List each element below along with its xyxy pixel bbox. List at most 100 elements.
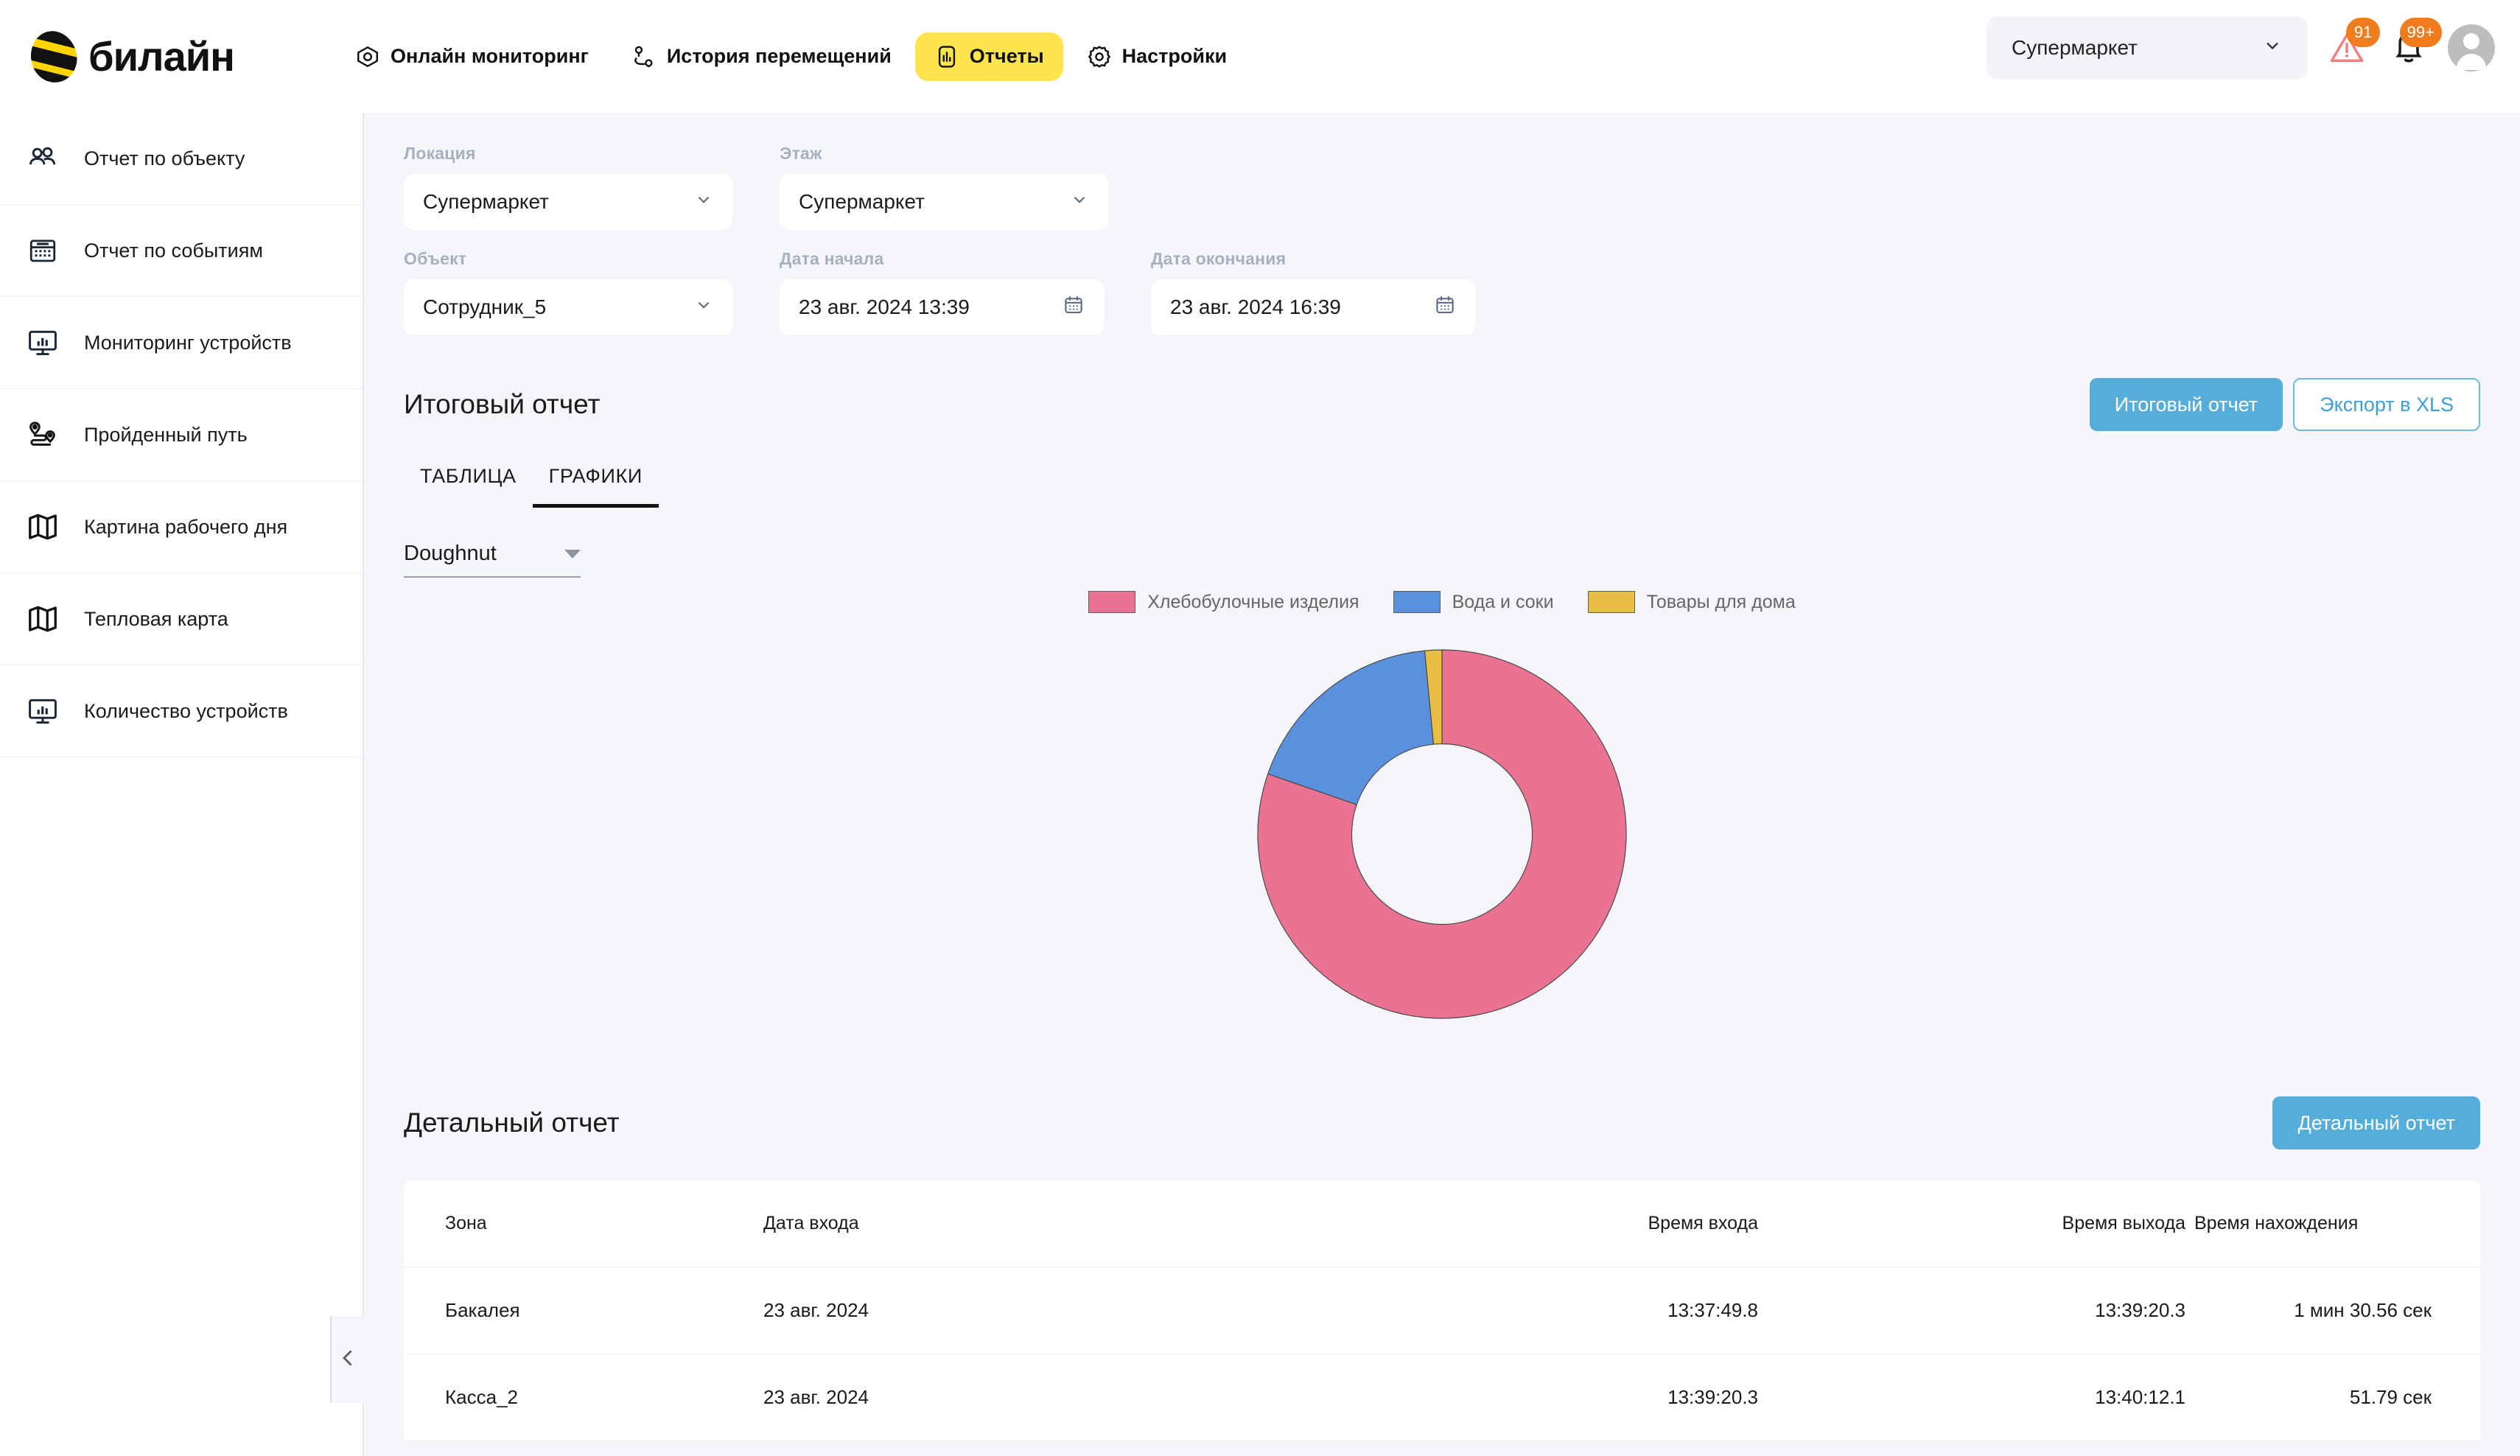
alerts-button[interactable]: 91 — [2324, 18, 2380, 71]
chevron-down-icon — [694, 190, 713, 214]
sidebar-item-label: Пройденный путь — [84, 423, 248, 446]
brand-name: билайн — [88, 33, 235, 80]
legend-item[interactable]: Товары для дома — [1587, 591, 1796, 613]
column-header-entry-time: Время входа — [1648, 1213, 1759, 1233]
field-object: Объект Сотрудник_5 — [404, 249, 732, 335]
cell-zone: Касса_2 — [445, 1386, 518, 1408]
sidebar-item-label: Тепловая карта — [84, 607, 228, 630]
cell-zone: Бакалея — [445, 1299, 520, 1321]
chevron-down-icon — [694, 295, 713, 320]
route-icon — [631, 44, 657, 69]
nav-item-label: Настройки — [1121, 45, 1228, 67]
monitor-chart-icon — [24, 695, 62, 727]
chevron-left-icon — [337, 1347, 359, 1373]
sidebar-item-object-report[interactable]: Отчет по объекту — [0, 113, 363, 205]
location-select[interactable]: Супермаркет — [404, 174, 732, 230]
report-tabs: ТАБЛИЦА ГРАФИКИ — [404, 465, 2480, 508]
brand-logo[interactable]: билайн — [25, 26, 235, 87]
sidebar-collapse-button[interactable] — [330, 1316, 364, 1403]
cell-entry-date: 23 авг. 2024 — [763, 1386, 869, 1408]
calendar-icon[interactable] — [1063, 294, 1085, 321]
sidebar-item-events-report[interactable]: Отчет по событиям — [0, 205, 363, 297]
detail-report-header: Детальный отчет Детальный отчет — [404, 1096, 2480, 1149]
nav-item-label: Онлайн мониторинг — [390, 45, 589, 67]
nav-item-label: Отчеты — [969, 45, 1044, 67]
cell-entry-time: 13:39:20.3 — [1667, 1386, 1758, 1408]
chart-type-select[interactable]: Doughnut — [404, 542, 581, 578]
field-label: Дата окончания — [1151, 249, 1287, 268]
cell-exit-time: 13:40:12.1 — [2095, 1386, 2185, 1408]
nav-item-movement-history[interactable]: История перемещений — [612, 32, 911, 81]
bee-logo-icon — [25, 26, 83, 87]
date-start-input[interactable]: 23 авг. 2024 13:39 — [780, 279, 1104, 335]
summary-report-header: Итоговый отчет Итоговый отчет Экспорт в … — [404, 378, 2480, 431]
sidebar-item-workday-picture[interactable]: Картина рабочего дня — [0, 481, 363, 573]
notifications-badge: 99+ — [2399, 18, 2442, 47]
date-start-value: 23 авг. 2024 13:39 — [799, 295, 970, 318]
floor-select-value: Супермаркет — [799, 190, 925, 213]
sidebar-item-heatmap[interactable]: Тепловая карта — [0, 573, 363, 665]
calendar-icon — [24, 235, 62, 266]
floor-select[interactable]: Супермаркет — [780, 174, 1108, 230]
legend-label: Товары для дома — [1646, 591, 1796, 612]
caret-down-icon — [564, 549, 581, 559]
sidebar-item-device-count[interactable]: Количество устройств — [0, 665, 363, 757]
table-row[interactable]: Касса_2 23 авг. 2024 13:39:20.3 13:40:12… — [404, 1354, 2480, 1441]
avatar[interactable] — [2448, 24, 2495, 71]
legend-label: Вода и соки — [1452, 591, 1554, 612]
main-content: Локация Супермаркет Этаж Супермаркет Объ… — [364, 113, 2520, 1456]
chart-type-value: Doughnut — [404, 542, 497, 565]
legend-swatch-2 — [1587, 591, 1635, 613]
object-select[interactable]: Сотрудник_5 — [404, 279, 732, 335]
sidebar-item-label: Отчет по событиям — [84, 239, 263, 262]
people-icon — [24, 142, 62, 175]
column-header-zone: Зона — [445, 1213, 487, 1233]
cell-duration: 1 мин 30.56 сек — [2294, 1299, 2432, 1321]
summary-report-button[interactable]: Итоговый отчет — [2089, 378, 2283, 431]
top-bar: билайн Онлайн мониторинг История перемещ… — [0, 0, 2520, 113]
nav-item-online-monitoring[interactable]: Онлайн мониторинг — [336, 32, 608, 81]
doughnut-canvas[interactable] — [404, 635, 2480, 1033]
map-icon — [24, 511, 62, 543]
sidebar-item-label: Отчет по объекту — [84, 147, 245, 169]
alerts-badge: 91 — [2346, 18, 2380, 47]
summary-actions: Итоговый отчет Экспорт в XLS — [2089, 378, 2480, 431]
top-right-controls: Супермаркет 91 99+ — [1987, 16, 2495, 80]
legend-swatch-1 — [1393, 591, 1441, 613]
nav-item-reports[interactable]: Отчеты — [914, 32, 1063, 81]
table-row[interactable]: Бакалея 23 авг. 2024 13:37:49.8 13:39:20… — [404, 1267, 2480, 1354]
detail-table: Зона Дата входа Время входа Время выхода… — [404, 1180, 2480, 1441]
location-switcher[interactable]: Супермаркет — [1987, 16, 2308, 80]
detail-report-button[interactable]: Детальный отчет — [2272, 1096, 2480, 1149]
page-title: Итоговый отчет — [404, 389, 601, 419]
date-end-input[interactable]: 23 авг. 2024 16:39 — [1151, 279, 1475, 335]
field-label: Объект — [404, 249, 467, 268]
bar-chart-icon — [934, 44, 959, 69]
nav-item-settings[interactable]: Настройки — [1068, 32, 1246, 81]
eye-icon — [355, 44, 380, 69]
export-xls-button[interactable]: Экспорт в XLS — [2293, 378, 2480, 431]
sidebar-item-label: Картина рабочего дня — [84, 515, 288, 538]
legend-label: Хлебобулочные изделия — [1147, 591, 1359, 612]
object-select-value: Сотрудник_5 — [423, 295, 547, 318]
chart-legend: Хлебобулочные изделия Вода и соки Товары… — [404, 591, 2480, 613]
doughnut-slice[interactable] — [1267, 650, 1435, 805]
tab-charts[interactable]: ГРАФИКИ — [532, 465, 659, 508]
sidebar-item-device-monitoring[interactable]: Мониторинг устройств — [0, 297, 363, 389]
sidebar-item-label: Количество устройств — [84, 699, 288, 722]
notifications-button[interactable]: 99+ — [2386, 18, 2442, 71]
sidebar-item-traveled-path[interactable]: Пройденный путь — [0, 389, 363, 481]
field-location: Локация Супермаркет — [404, 144, 732, 230]
legend-item[interactable]: Хлебобулочные изделия — [1088, 591, 1359, 613]
filters-row-2: Объект Сотрудник_5 Дата начала 23 авг. 2… — [404, 249, 2480, 335]
field-label: Этаж — [780, 144, 822, 163]
legend-item[interactable]: Вода и соки — [1393, 591, 1554, 613]
column-header-entry-date: Дата входа — [763, 1213, 859, 1233]
field-label: Локация — [404, 144, 476, 163]
tab-table[interactable]: ТАБЛИЦА — [404, 465, 533, 508]
legend-swatch-0 — [1088, 591, 1136, 613]
map-icon — [24, 603, 62, 635]
calendar-icon[interactable] — [1434, 294, 1456, 321]
field-floor: Этаж Супермаркет — [780, 144, 1108, 230]
cell-entry-time: 13:37:49.8 — [1667, 1299, 1758, 1321]
